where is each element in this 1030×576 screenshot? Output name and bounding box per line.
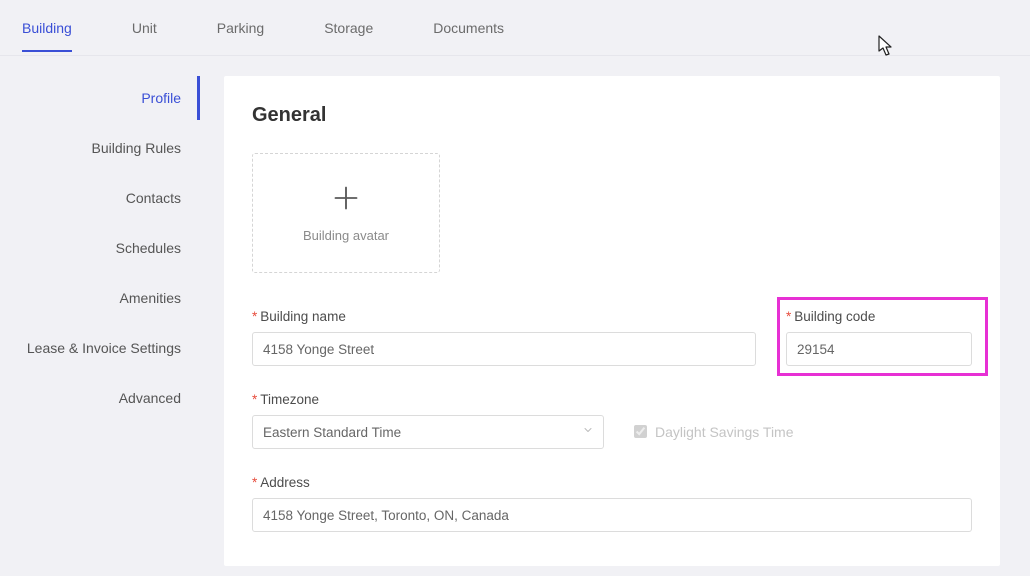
address-label: *Address bbox=[252, 475, 972, 490]
sidebar-item-advanced[interactable]: Advanced bbox=[0, 376, 200, 420]
profile-general-panel: General Building avatar *Building name *… bbox=[224, 76, 1000, 566]
tab-unit[interactable]: Unit bbox=[132, 20, 157, 52]
tab-parking[interactable]: Parking bbox=[217, 20, 264, 52]
building-code-label: *Building code bbox=[786, 309, 972, 324]
building-name-field: *Building name bbox=[252, 309, 756, 366]
timezone-field: *Timezone bbox=[252, 392, 604, 449]
sidebar-item-contacts[interactable]: Contacts bbox=[0, 176, 200, 220]
section-heading-general: General bbox=[252, 104, 972, 127]
daylight-savings-checkbox[interactable]: Daylight Savings Time bbox=[634, 414, 794, 449]
layout: Profile Building Rules Contacts Schedule… bbox=[0, 56, 1030, 576]
building-avatar-uploader[interactable]: Building avatar bbox=[252, 153, 440, 273]
address-field: *Address bbox=[252, 475, 972, 532]
dst-checkbox-input[interactable] bbox=[634, 425, 647, 438]
content-wrap: General Building avatar *Building name *… bbox=[200, 56, 1030, 576]
tab-documents[interactable]: Documents bbox=[433, 20, 504, 52]
plus-icon bbox=[332, 184, 360, 218]
sidebar-item-lease-invoice[interactable]: Lease & Invoice Settings bbox=[0, 326, 200, 370]
timezone-label: *Timezone bbox=[252, 392, 604, 407]
sidebar: Profile Building Rules Contacts Schedule… bbox=[0, 56, 200, 576]
dst-label: Daylight Savings Time bbox=[655, 424, 794, 440]
top-tabbar: Building Unit Parking Storage Documents bbox=[0, 0, 1030, 56]
sidebar-item-profile[interactable]: Profile bbox=[0, 76, 200, 120]
sidebar-item-building-rules[interactable]: Building Rules bbox=[0, 126, 200, 170]
building-name-label: *Building name bbox=[252, 309, 756, 324]
building-name-input[interactable] bbox=[252, 332, 756, 366]
building-code-field: *Building code bbox=[786, 309, 972, 366]
tab-building[interactable]: Building bbox=[22, 20, 72, 52]
avatar-label: Building avatar bbox=[303, 228, 389, 243]
building-code-input[interactable] bbox=[786, 332, 972, 366]
tab-storage[interactable]: Storage bbox=[324, 20, 373, 52]
timezone-select[interactable] bbox=[252, 415, 604, 449]
sidebar-item-amenities[interactable]: Amenities bbox=[0, 276, 200, 320]
address-input[interactable] bbox=[252, 498, 972, 532]
sidebar-item-schedules[interactable]: Schedules bbox=[0, 226, 200, 270]
